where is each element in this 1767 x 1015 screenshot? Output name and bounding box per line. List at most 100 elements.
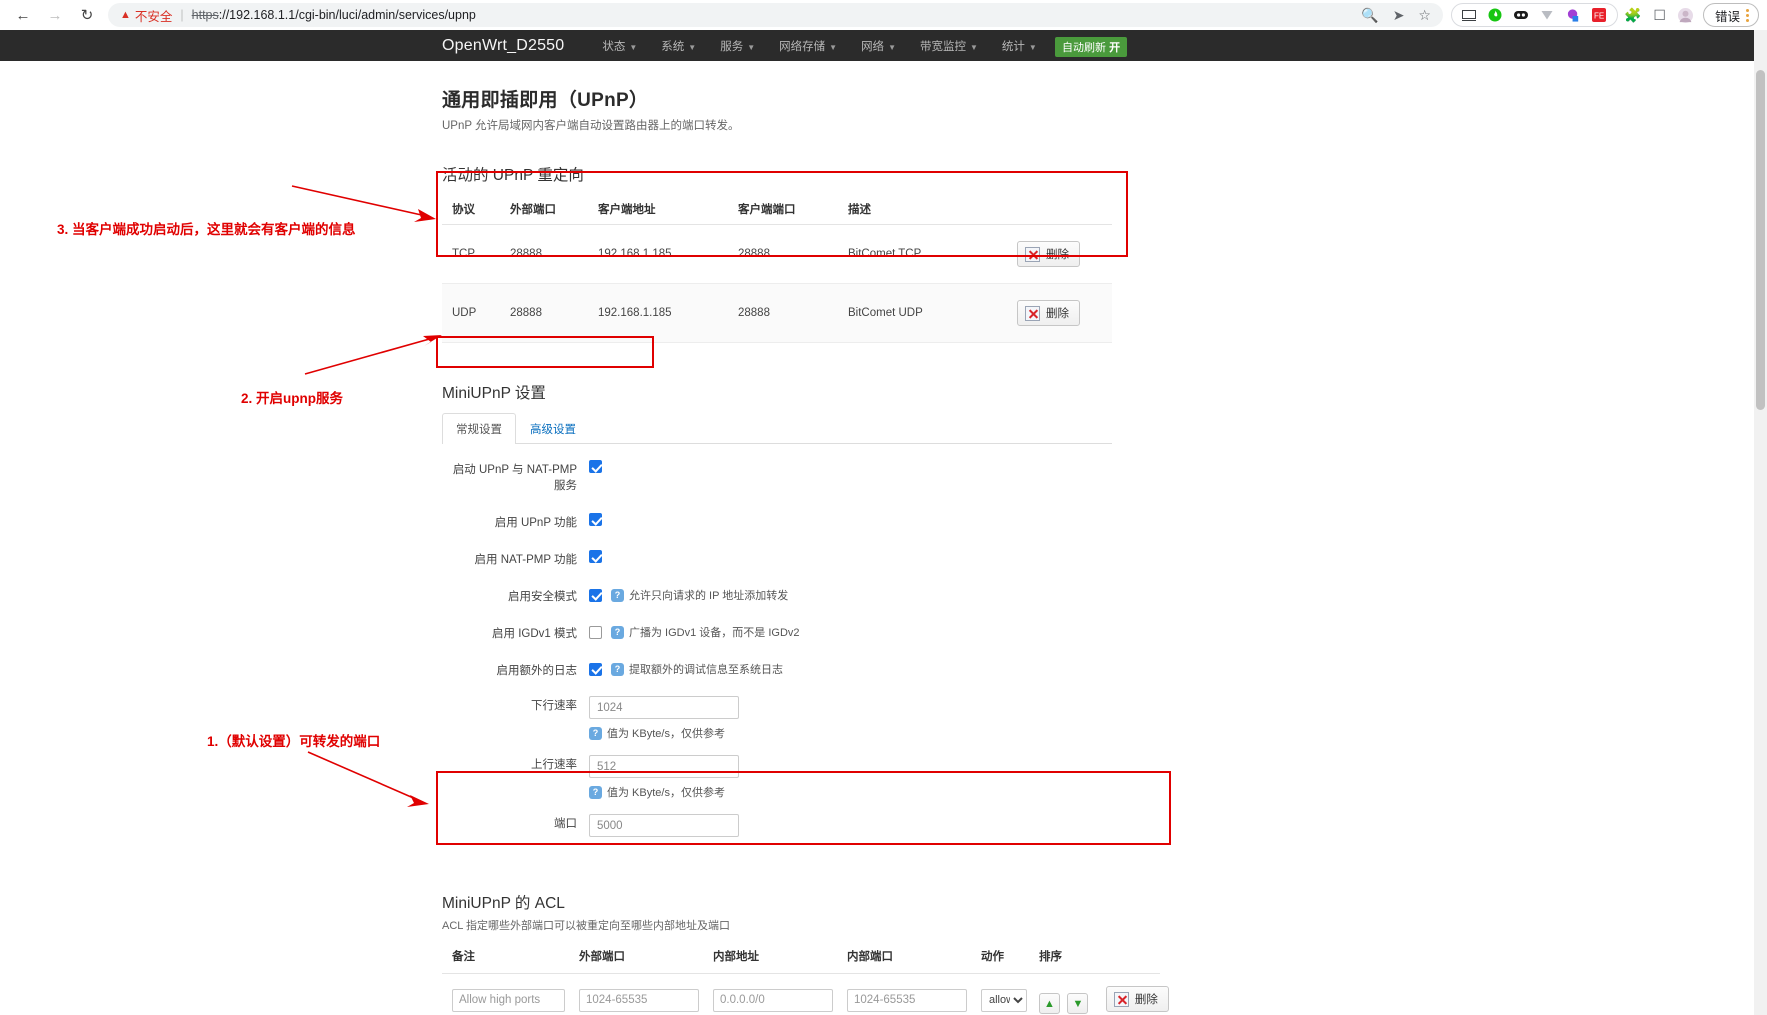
checkbox-igdv1[interactable]: [589, 625, 602, 639]
menu-item-storage[interactable]: 网络存储 ▼: [767, 38, 849, 54]
help-icon[interactable]: ?: [611, 662, 624, 676]
delete-redirect-button[interactable]: 删除: [1017, 300, 1080, 326]
cell-description: BitComet UDP: [838, 283, 1007, 343]
page-viewport: OpenWrt_D2550 状态 ▼ 系统 ▼ 服务 ▼ 网络存储 ▼ 网络 ▼ 带宽监控…: [0, 30, 1767, 1015]
cast-icon[interactable]: [1462, 8, 1477, 23]
chevron-down-icon: ▼: [747, 42, 756, 52]
table-row: TCP 28888 192.168.1.185 28888 BitComet T…: [442, 224, 1112, 284]
checkbox-extra-log[interactable]: [589, 662, 602, 676]
dark-reader-icon[interactable]: [1514, 8, 1529, 23]
green-shield-icon[interactable]: [1488, 8, 1503, 23]
hint-text: 值为 KByte/s，仅供参考: [607, 787, 725, 799]
form-row-upload-rate: 上行速率 ? 值为 KByte/s，仅供参考: [442, 755, 1112, 800]
help-icon[interactable]: ?: [589, 726, 602, 740]
cell-protocol: UDP: [442, 283, 500, 343]
menu-item-status[interactable]: 状态 ▼: [590, 38, 649, 54]
forward-arrow-icon[interactable]: →: [40, 2, 70, 28]
delete-button-label: 删除: [1046, 308, 1069, 320]
cell-client-addr: 192.168.1.185: [588, 283, 728, 343]
cell-comment: [442, 974, 569, 1015]
help-icon[interactable]: ?: [611, 588, 624, 602]
menu-item-bandwidth[interactable]: 带宽监控 ▼: [908, 38, 990, 54]
auto-refresh-label: 自动刷新: [1062, 42, 1106, 54]
luci-topnav: OpenWrt_D2550 状态 ▼ 系统 ▼ 服务 ▼ 网络存储 ▼ 网络 ▼ 带宽监控…: [0, 30, 1767, 61]
v-icon[interactable]: [1540, 8, 1555, 23]
col-int-port: 内部端口: [837, 941, 971, 974]
select-acl-action[interactable]: allow: [981, 988, 1027, 1012]
extensions-pill: FE: [1450, 3, 1618, 27]
cell-action: 删除: [1007, 224, 1112, 284]
zoom-out-icon[interactable]: 🔍: [1361, 8, 1378, 22]
col-protocol: 协议: [442, 195, 500, 225]
input-port[interactable]: [589, 814, 739, 837]
form-row-start-service: 启动 UPnP 与 NAT-PMP 服务: [442, 460, 1112, 493]
col-description: 描述: [838, 195, 1007, 225]
profile-avatar-icon[interactable]: [1677, 7, 1693, 23]
checkbox-enable-natpmp[interactable]: [589, 550, 602, 563]
checkbox-enable-upnp[interactable]: [589, 513, 602, 526]
page-title: 通用即插即用（UPnP）: [442, 90, 649, 111]
checkbox-start-service[interactable]: [589, 460, 602, 473]
acl-heading: MiniUPnP 的 ACL: [442, 895, 565, 912]
input-download-rate[interactable]: [589, 696, 739, 719]
hint-text: 提取额外的调试信息至系统日志: [629, 664, 783, 676]
form-row-igdv1: 启用 IGDv1 模式 ? 广播为 IGDv1 设备，而不是 IGDv2: [442, 624, 1112, 641]
label-download-rate: 下行速率: [531, 700, 577, 712]
address-bar[interactable]: ▲ 不安全 | https://192.168.1.1/cgi-bin/luci…: [108, 3, 1443, 27]
router-brand[interactable]: OpenWrt_D2550: [442, 37, 564, 55]
insecure-warning-label: 不安全: [134, 9, 173, 24]
menu-item-system[interactable]: 系统 ▼: [649, 38, 708, 54]
table-row: UDP 28888 192.168.1.185 28888 BitComet U…: [442, 283, 1112, 343]
auto-refresh-state: 开: [1109, 42, 1121, 54]
input-upload-rate[interactable]: [589, 755, 739, 778]
browser-nav-buttons: ← → ↻: [8, 2, 102, 28]
label-enable-natpmp: 启用 NAT-PMP 功能: [474, 554, 577, 566]
menu-item-network[interactable]: 网络 ▼: [849, 38, 908, 54]
menu-item-services[interactable]: 服务 ▼: [708, 38, 767, 54]
move-up-button[interactable]: ▲: [1039, 993, 1060, 1014]
tab-advanced[interactable]: 高级设置: [516, 413, 590, 444]
fe-icon[interactable]: FE: [1592, 8, 1607, 23]
help-icon[interactable]: ?: [589, 785, 602, 799]
menu-label: 状态: [602, 40, 626, 53]
checkbox-secure-mode[interactable]: [589, 588, 602, 602]
scrollbar-thumb[interactable]: [1756, 70, 1765, 410]
back-arrow-icon[interactable]: ←: [8, 2, 38, 28]
star-icon[interactable]: ☆: [1418, 8, 1431, 22]
form-row-secure-mode: 启用安全模式 ? 允许只向请求的 IP 地址添加转发: [442, 587, 1112, 604]
cell-sort: ▲ ▼ 删除: [1029, 974, 1169, 1015]
label-upload-rate: 上行速率: [531, 759, 577, 771]
menu-label: 系统: [661, 40, 685, 53]
share-icon[interactable]: ➤: [1393, 8, 1405, 22]
cell-int-addr: [703, 974, 837, 1015]
delete-acl-button[interactable]: 删除: [1105, 986, 1169, 1012]
cell-int-port: [837, 974, 971, 1015]
auto-refresh-badge[interactable]: 自动刷新 开: [1055, 37, 1128, 57]
tab-general[interactable]: 常规设置: [442, 413, 516, 444]
acl-row: allow ▲ ▼ 删除: [442, 974, 1169, 1015]
help-icon[interactable]: ?: [611, 625, 624, 639]
table-header-row: 协议 外部端口 客户端地址 客户端端口 描述: [442, 195, 1112, 225]
input-acl-int-port[interactable]: [847, 988, 967, 1012]
chevron-down-icon: ▼: [629, 42, 638, 52]
menu-label: 带宽监控: [919, 40, 966, 53]
three-dot-menu-icon[interactable]: [1746, 8, 1749, 22]
menu-item-statistics[interactable]: 统计 ▼: [990, 38, 1049, 54]
delete-redirect-button[interactable]: 删除: [1017, 241, 1080, 267]
col-ext-port: 外部端口: [569, 941, 703, 974]
page-scrollbar[interactable]: [1754, 30, 1767, 1015]
extensions-puzzle-icon[interactable]: 🧩: [1624, 8, 1641, 22]
label-extra-log: 启用额外的日志: [496, 665, 578, 677]
input-acl-ext-port[interactable]: [579, 988, 699, 1012]
cell-ext-port: 28888: [500, 224, 588, 284]
input-acl-int-addr[interactable]: [713, 988, 833, 1012]
input-acl-comment[interactable]: [452, 988, 565, 1012]
error-indicator[interactable]: 错误: [1702, 3, 1759, 27]
label-port: 端口: [554, 818, 577, 830]
menu-label: 网络: [861, 40, 885, 53]
purple-pill-icon[interactable]: [1566, 8, 1581, 23]
label-igdv1: 启用 IGDv1 模式: [492, 628, 577, 640]
side-panel-icon[interactable]: ☐: [1653, 8, 1666, 22]
move-down-button[interactable]: ▼: [1067, 993, 1089, 1014]
reload-icon[interactable]: ↻: [72, 2, 102, 28]
